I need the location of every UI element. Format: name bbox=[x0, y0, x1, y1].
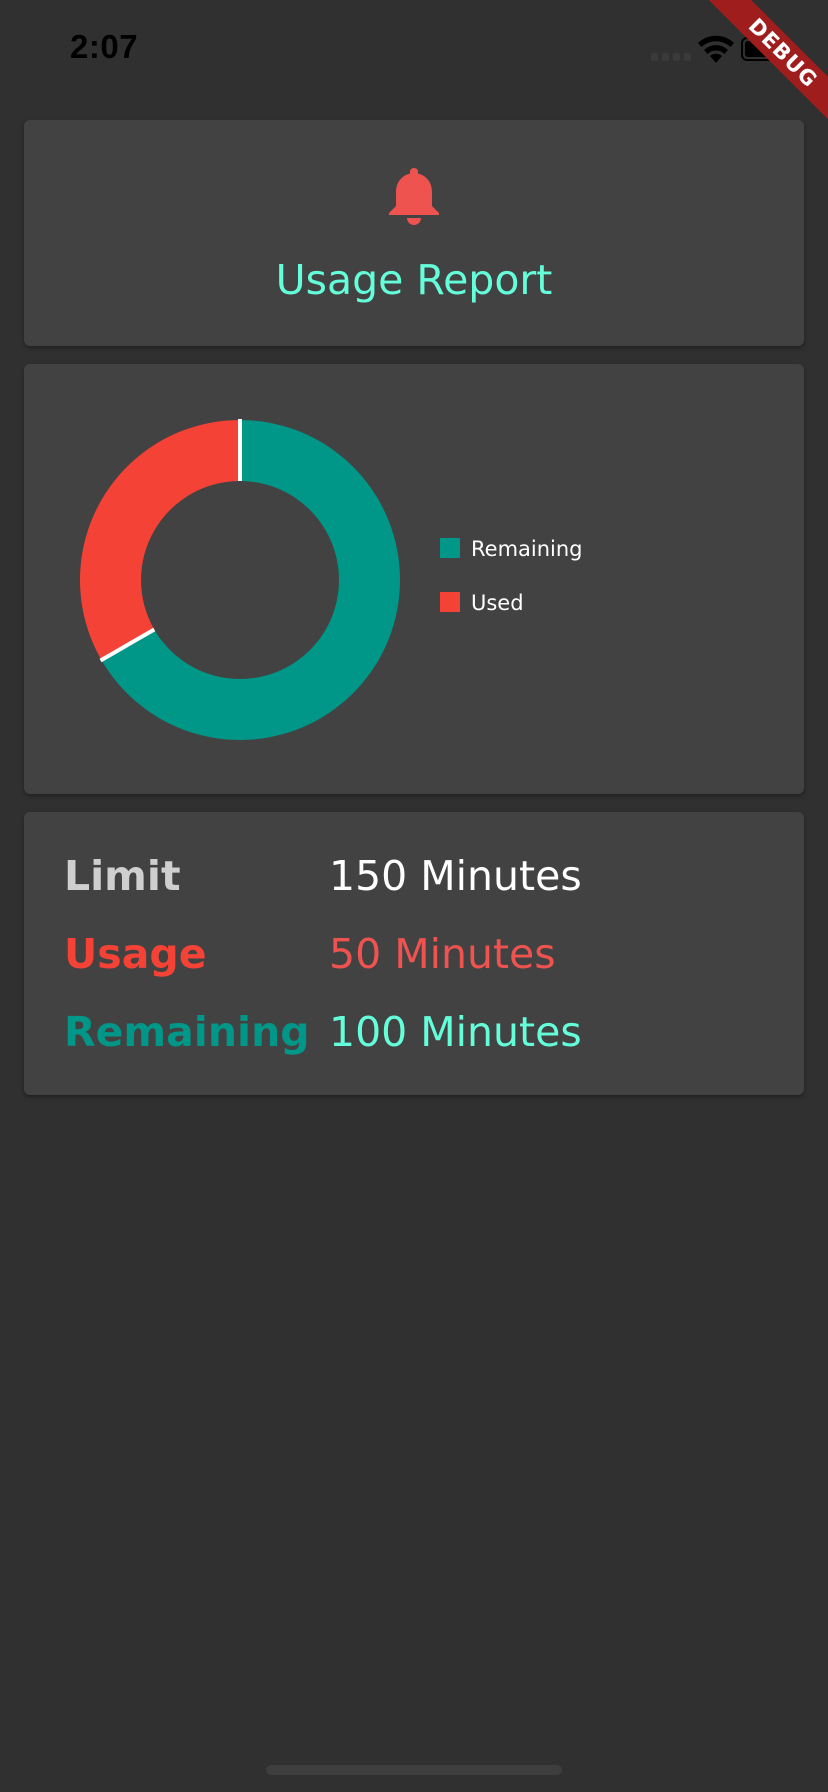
debug-banner: DEBUG bbox=[698, 0, 828, 130]
page-title: Usage Report bbox=[275, 256, 553, 304]
usage-value: 50 Minutes bbox=[329, 930, 556, 978]
signal-icon bbox=[651, 53, 691, 61]
stat-row-remaining: Remaining 100 Minutes bbox=[64, 1008, 764, 1062]
legend-swatch-remaining bbox=[440, 538, 460, 558]
usage-label: Usage bbox=[64, 930, 207, 978]
debug-label: DEBUG bbox=[701, 0, 828, 130]
stat-row-usage: Usage 50 Minutes bbox=[64, 930, 764, 984]
limit-label: Limit bbox=[64, 852, 181, 900]
legend-label-remaining: Remaining bbox=[471, 537, 583, 561]
status-time: 2:07 bbox=[70, 28, 139, 65]
usage-donut-chart bbox=[80, 419, 400, 740]
legend-swatch-used bbox=[440, 592, 460, 612]
stat-row-limit: Limit 150 Minutes bbox=[64, 852, 764, 906]
donut-slice-used bbox=[80, 420, 240, 660]
home-indicator[interactable] bbox=[266, 1765, 562, 1775]
remaining-label: Remaining bbox=[64, 1008, 310, 1056]
legend-label-used: Used bbox=[471, 591, 524, 615]
header-card bbox=[24, 120, 804, 346]
bell-icon bbox=[389, 168, 439, 225]
remaining-value: 100 Minutes bbox=[329, 1008, 582, 1056]
limit-value: 150 Minutes bbox=[329, 852, 582, 900]
